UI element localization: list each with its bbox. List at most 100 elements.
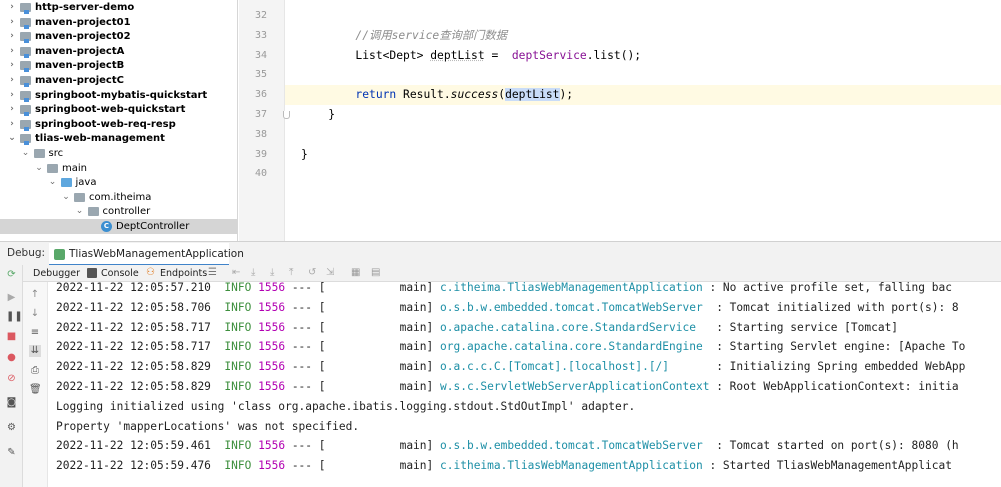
scroll-up-icon[interactable]: ↑ xyxy=(29,289,41,301)
console-output[interactable]: 2022-11-22 12:05:57.210 INFO 1556 --- [ … xyxy=(48,282,1001,487)
pause-icon[interactable]: ❚❚ xyxy=(6,311,23,322)
code-line[interactable]: return Result.success(deptList); xyxy=(239,85,1001,106)
evaluate-icon[interactable]: ▦ xyxy=(351,268,361,278)
line-number: 39 xyxy=(254,148,267,160)
console-line: 2022-11-22 12:05:58.717 INFO 1556 --- [ … xyxy=(56,337,965,357)
run-config-icon xyxy=(54,249,65,260)
tree-item[interactable]: ⌄ src xyxy=(0,146,237,161)
chevron-down-icon[interactable]: ⌄ xyxy=(34,161,44,176)
scroll-down-icon[interactable]: ↓ xyxy=(29,308,41,320)
code-line[interactable]: } xyxy=(239,145,1001,165)
code-line[interactable] xyxy=(239,164,1001,184)
step-into-icon[interactable]: ⤓ xyxy=(270,268,280,278)
tree-item-label: controller xyxy=(102,206,151,218)
chevron-right-icon[interactable]: › xyxy=(7,117,17,132)
tree-item[interactable]: › maven-project02 xyxy=(0,29,237,44)
log-pid: 1556 xyxy=(258,439,286,453)
code-line[interactable]: //调用service查询部门数据 xyxy=(239,26,1001,46)
drop-frame-icon[interactable]: ↺ xyxy=(308,268,318,278)
tree-item-label: com.itheima xyxy=(89,191,152,203)
tree-item[interactable]: ⌄ main xyxy=(0,161,237,176)
soft-wrap-icon[interactable]: ≡ xyxy=(29,327,41,339)
module-icon xyxy=(20,46,31,58)
tab-console[interactable]: Console xyxy=(101,267,139,281)
code-line[interactable] xyxy=(239,125,1001,145)
code-comment: //调用service查询部门数据 xyxy=(355,28,508,42)
tree-item[interactable]: › maven-projectA xyxy=(0,44,237,59)
log-level: INFO xyxy=(224,340,252,354)
console-line: 2022-11-22 12:05:59.461 INFO 1556 --- [ … xyxy=(56,436,959,456)
tree-item-label: springboot-web-req-resp xyxy=(35,118,176,130)
show-execution-point-icon[interactable]: ⇤ xyxy=(232,268,242,278)
tree-item-label: tlias-web-management xyxy=(35,133,165,145)
chevron-right-icon[interactable]: › xyxy=(7,73,17,88)
code-token: .list(); xyxy=(586,48,642,62)
chevron-right-icon[interactable]: › xyxy=(7,15,17,30)
code-editor[interactable]: //调用service查询部门数据 List<Dept> deptList = … xyxy=(239,0,1001,241)
scroll-to-end-icon[interactable]: ⇊ xyxy=(29,345,41,357)
tree-item[interactable]: ⌄ controller xyxy=(0,204,237,219)
print-icon[interactable]: ⎙ xyxy=(29,365,41,377)
log-pid: 1556 xyxy=(258,360,286,374)
code-line[interactable]: } xyxy=(239,105,1001,125)
menu-icon[interactable]: ☰ xyxy=(208,268,218,278)
view-breakpoints-icon[interactable]: ● xyxy=(6,352,17,363)
chevron-right-icon[interactable]: › xyxy=(7,88,17,103)
chevron-right-icon[interactable]: › xyxy=(7,44,17,59)
log-logger: c.itheima.TliasWebManagementApplication xyxy=(440,459,703,473)
camera-icon[interactable]: ◙ xyxy=(6,397,17,408)
settings-icon[interactable]: ⚙ xyxy=(6,422,17,433)
log-pid: 1556 xyxy=(258,340,286,354)
run-to-cursor-icon[interactable]: ⇲ xyxy=(326,268,336,278)
tab-debugger[interactable]: Debugger xyxy=(33,267,80,281)
rerun-icon[interactable]: ⟳ xyxy=(6,269,17,280)
log-thread: --- [ main] xyxy=(291,320,434,334)
debug-session-tab[interactable]: TliasWebManagementApplication xyxy=(49,243,244,266)
fold-marker-icon[interactable] xyxy=(283,111,290,119)
line-number: 36 xyxy=(254,89,267,101)
tree-item[interactable]: › maven-project01 xyxy=(0,15,237,30)
layout-icon[interactable]: ▤ xyxy=(371,268,381,278)
code-line[interactable]: List<Dept> deptList = deptService.list()… xyxy=(239,46,1001,66)
tree-item[interactable]: C DeptController xyxy=(0,219,237,234)
chevron-right-icon[interactable]: › xyxy=(7,102,17,117)
code-line[interactable] xyxy=(239,65,1001,85)
chevron-down-icon[interactable]: ⌄ xyxy=(21,146,31,161)
clear-all-icon[interactable]: 🗑 xyxy=(29,384,42,396)
tree-item[interactable]: › springboot-web-req-resp xyxy=(0,117,237,132)
code-line[interactable] xyxy=(239,6,1001,26)
pin-icon[interactable]: ✎ xyxy=(6,447,17,458)
code-token: List<Dept> xyxy=(301,48,431,62)
chevron-down-icon[interactable]: ⌄ xyxy=(48,175,58,190)
stop-icon[interactable]: ■ xyxy=(6,331,17,342)
tab-endpoints[interactable]: Endpoints xyxy=(160,267,207,281)
tree-item[interactable]: › maven-projectC xyxy=(0,73,237,88)
line-number: 34 xyxy=(254,49,267,61)
log-timestamp: 2022-11-22 12:05:59.461 xyxy=(56,439,211,453)
code-text: } xyxy=(301,145,308,165)
step-out-icon[interactable]: ⤒ xyxy=(289,268,299,278)
tree-item-label: java xyxy=(75,177,97,189)
chevron-right-icon[interactable]: › xyxy=(7,29,17,44)
code-token: } xyxy=(301,108,336,121)
chevron-right-icon[interactable]: › xyxy=(7,58,17,73)
tree-item[interactable]: › maven-projectB xyxy=(0,58,237,73)
chevron-right-icon[interactable]: › xyxy=(7,0,17,15)
tree-item[interactable]: › springboot-mybatis-quickstart xyxy=(0,88,237,103)
folder-icon xyxy=(33,149,45,158)
tree-item[interactable]: ⌄ tlias-web-management xyxy=(0,131,237,146)
chevron-down-icon[interactable]: ⌄ xyxy=(75,204,85,219)
debug-actions-strip: ⟳ ▶ ❚❚ ■ ● ⊘ ◙ ⚙ ✎ xyxy=(0,265,23,487)
mute-breakpoints-icon[interactable]: ⊘ xyxy=(6,373,17,384)
chevron-down-icon[interactable]: ⌄ xyxy=(7,131,17,146)
chevron-down-icon[interactable]: ⌄ xyxy=(61,190,71,205)
tree-item[interactable]: ⌄ com.itheima xyxy=(0,190,237,205)
tree-item[interactable]: ⌄ java xyxy=(0,175,237,190)
tree-item-label: src xyxy=(48,148,64,159)
tree-item[interactable]: › http-server-demo xyxy=(0,0,237,15)
log-logger: w.s.c.ServletWebServerApplicationContext xyxy=(440,380,710,393)
step-over-icon[interactable]: ⤓ xyxy=(251,268,261,278)
resume-icon[interactable]: ▶ xyxy=(6,292,17,303)
log-timestamp: 2022-11-22 12:05:58.717 xyxy=(56,320,211,334)
tree-item[interactable]: › springboot-web-quickstart xyxy=(0,102,237,117)
